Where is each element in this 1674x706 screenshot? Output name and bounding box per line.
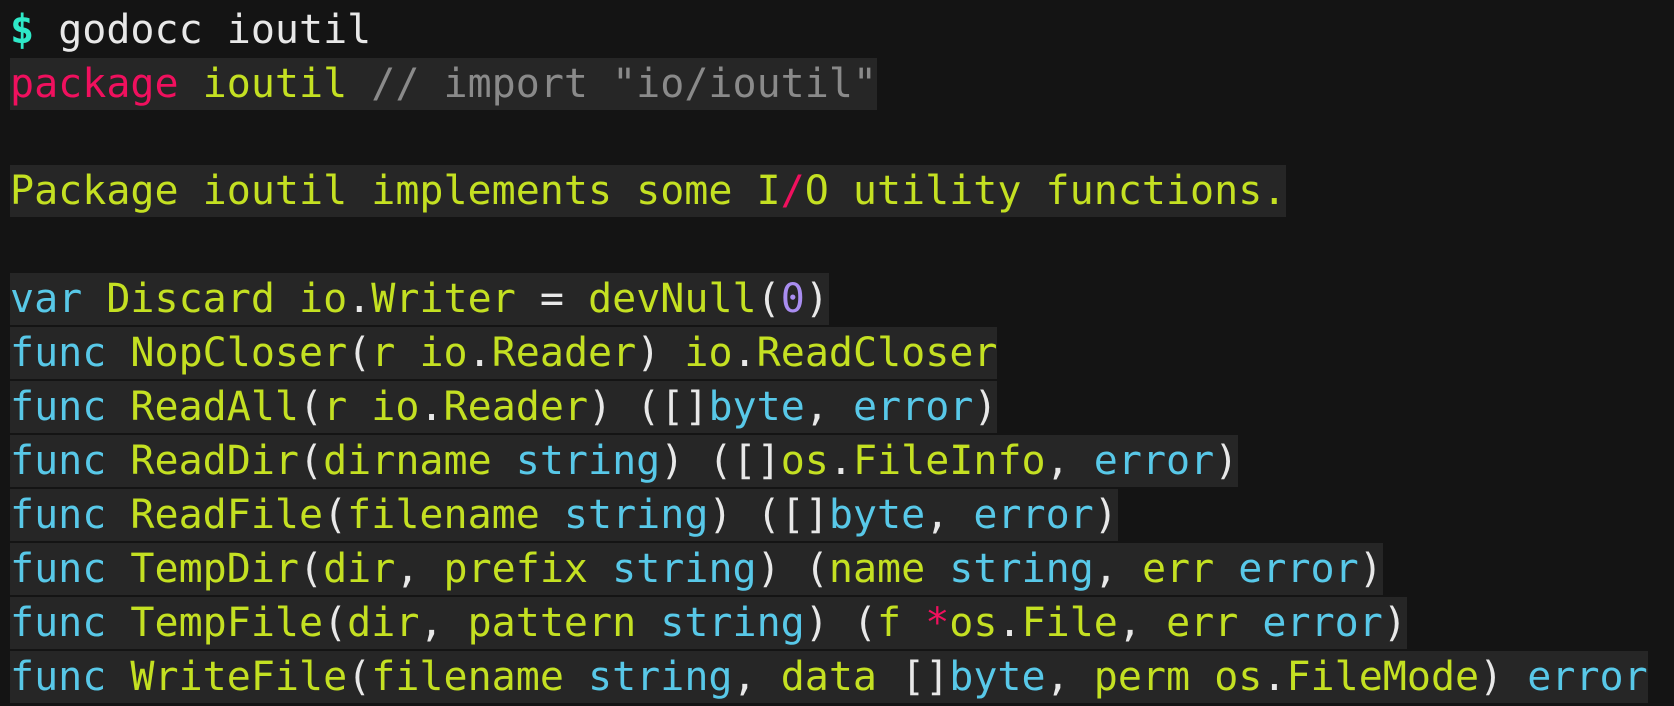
decl-readdir: func ReadDir(dirname string) ([]os.FileI… <box>10 435 1239 487</box>
decl-writefile: func WriteFile(filename string, data []b… <box>10 651 1648 703</box>
package-keyword: package <box>10 61 179 107</box>
decl-nopcloser: func NopCloser(r io.Reader) io.ReadClose… <box>10 327 998 379</box>
decl-discard: var Discard io.Writer = devNull(0) <box>10 273 829 325</box>
terminal-window: $ godocc ioutil package ioutil // import… <box>0 0 1674 706</box>
decl-readall: func ReadAll(r io.Reader) ([]byte, error… <box>10 381 998 433</box>
command-text: godocc ioutil <box>58 7 372 53</box>
package-name: ioutil <box>202 61 348 107</box>
import-comment: // import "io/ioutil" <box>371 61 877 107</box>
prompt-symbol: $ <box>10 7 35 53</box>
decl-tempfile: func TempFile(dir, pattern string) (f *o… <box>10 597 1407 649</box>
decl-tempdir: func TempDir(dir, prefix string) (name s… <box>10 543 1383 595</box>
package-doc: Package ioutil implements some I/O utili… <box>10 165 1287 217</box>
decl-readfile: func ReadFile(filename string) ([]byte, … <box>10 489 1118 541</box>
package-line: package ioutil // import "io/ioutil" <box>10 58 877 110</box>
prompt-line: $ godocc ioutil <box>10 4 371 56</box>
